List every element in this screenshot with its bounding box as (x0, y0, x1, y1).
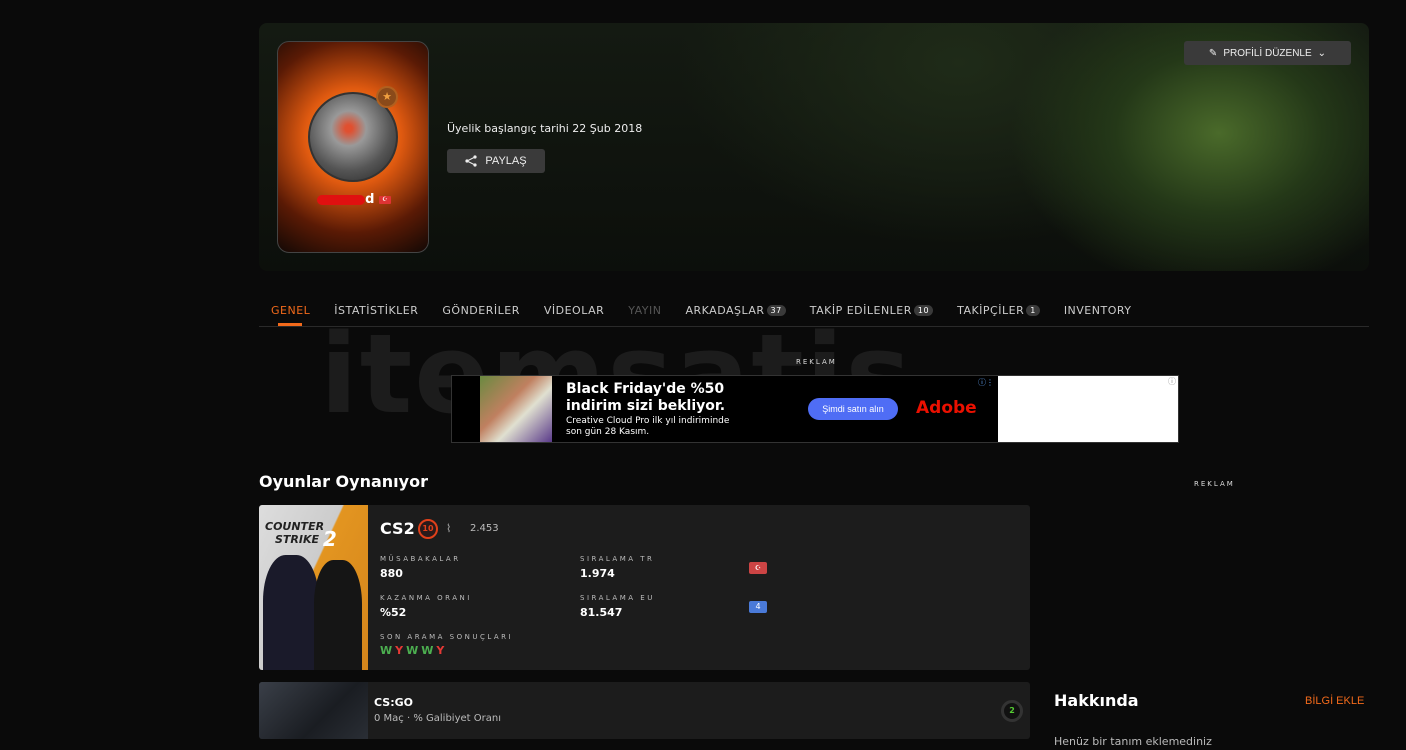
elo-icon: ⌇ (446, 522, 452, 535)
count-badge: 10 (913, 305, 934, 316)
tab-videolar[interactable]: VİDEOLAR (532, 300, 616, 326)
tab-gonderiler[interactable]: GÖNDERİLER (430, 300, 531, 326)
tab-inventory[interactable]: INVENTORY (1052, 300, 1144, 326)
add-info-button[interactable]: BİLGİ EKLE (1305, 695, 1364, 707)
faceit-level-badge: 2 (1001, 700, 1023, 722)
pencil-icon: ✎ (1208, 47, 1218, 59)
tab-yayin[interactable]: YAYIN (616, 300, 673, 326)
chevron-down-icon: ⌄ (1317, 47, 1327, 59)
rank-eu-value: 81.547 (580, 606, 623, 619)
share-label: PAYLAŞ (485, 155, 527, 167)
ad-label: REKLAM (796, 358, 837, 366)
ad-cta-button[interactable]: Şimdi satın alın (808, 398, 898, 420)
game-name: CS2 (380, 519, 415, 538)
side-ad-label: REKLAM (1194, 480, 1235, 488)
winrate-value: %52 (380, 606, 407, 619)
elo-value: 2.453 (470, 523, 499, 534)
rank-eu-label: SIRALAMA EU (580, 594, 655, 602)
rank-tr-value: 1.974 (580, 567, 615, 580)
ad-subtext: son gün 28 Kasım. (566, 427, 650, 437)
share-button[interactable]: PAYLAŞ (447, 149, 545, 173)
cs2-cover-image: COUNTER STRIKE 2 (259, 505, 368, 670)
ad-headline: Black Friday'de %50 (566, 381, 725, 397)
eu-region-icon: 4 (749, 601, 767, 613)
ad-headline: indirim sizi bekliyor. (566, 398, 726, 414)
ad-info-icon[interactable]: ⓘ⋮ (978, 377, 994, 388)
game-name: CS:GO (374, 696, 413, 709)
winrate-label: KAZANMA ORANI (380, 594, 472, 602)
csgo-summary: 0 Maç · % Galibiyet Oranı (374, 713, 501, 724)
ad-subtext: Creative Cloud Pro ilk yıl indiriminde (566, 416, 730, 426)
username-text: d (365, 192, 375, 207)
result-win: W (380, 644, 396, 657)
result-loss: Y (395, 644, 407, 657)
ad-image (480, 376, 552, 442)
count-badge: 37 (766, 305, 786, 316)
tab-takipciler[interactable]: TAKİPÇİLER 1 (945, 300, 1052, 326)
game-card-cs2[interactable]: COUNTER STRIKE 2 CS2 10 ⌇ 2.453 MÜSABAKAL… (259, 505, 1030, 670)
recent-results-label: SON ARAMA SONUÇLARI (380, 633, 514, 641)
tab-istatistikler[interactable]: İSTATİSTİKLER (322, 300, 430, 326)
advertisement[interactable]: Black Friday'de %50 indirim sizi bekliyor… (451, 375, 1179, 443)
star-badge-icon: ★ (376, 86, 398, 108)
turkey-flag-icon: ☪ (378, 195, 391, 204)
turkey-flag-icon: ☪ (749, 562, 767, 574)
avatar-card: ★ d ☪ (277, 41, 429, 253)
profile-tabs: GENEL İSTATİSTİKLER GÖNDERİLER VİDEOLAR … (259, 300, 1369, 327)
ad-brand: Adobe (916, 398, 977, 418)
tab-genel[interactable]: GENEL (259, 300, 322, 326)
count-badge: 1 (1026, 305, 1040, 316)
edit-profile-button[interactable]: ✎ PROFİLİ DÜZENLE ⌄ (1184, 41, 1351, 65)
faceit-level-badge: 10 (418, 519, 438, 539)
matches-label: MÜSABAKALAR (380, 555, 461, 563)
about-empty-text: Henüz bir tanım eklemediniz (1054, 735, 1212, 748)
member-since: Üyelik başlangıç tarihi 22 Şub 2018 (447, 122, 643, 135)
csgo-cover-image (259, 682, 368, 739)
tab-takip-edilenler[interactable]: TAKİP EDİLENLER 10 (798, 300, 945, 326)
game-card-csgo[interactable]: CS:GO 0 Maç · % Galibiyet Oranı 2 (259, 682, 1030, 739)
redacted-name (317, 194, 366, 205)
result-win: W (406, 644, 422, 657)
rank-tr-label: SIRALAMA TR (580, 555, 655, 563)
matches-value: 880 (380, 567, 403, 580)
result-win: W (421, 644, 437, 657)
recent-results: WYWWY (380, 644, 447, 657)
ad-info-icon[interactable]: ⓘ (1168, 376, 1176, 387)
username: d ☪ (278, 192, 428, 207)
about-title: Hakkında (1054, 691, 1139, 710)
share-icon (465, 155, 478, 167)
section-title: Oyunlar Oynanıyor (259, 472, 428, 491)
tab-arkadaslar[interactable]: ARKADAŞLAR 37 (673, 300, 797, 326)
edit-profile-label: PROFİLİ DÜZENLE (1223, 47, 1312, 59)
cs2-logo: COUNTER STRIKE 2 (265, 520, 337, 551)
result-loss: Y (436, 644, 448, 657)
